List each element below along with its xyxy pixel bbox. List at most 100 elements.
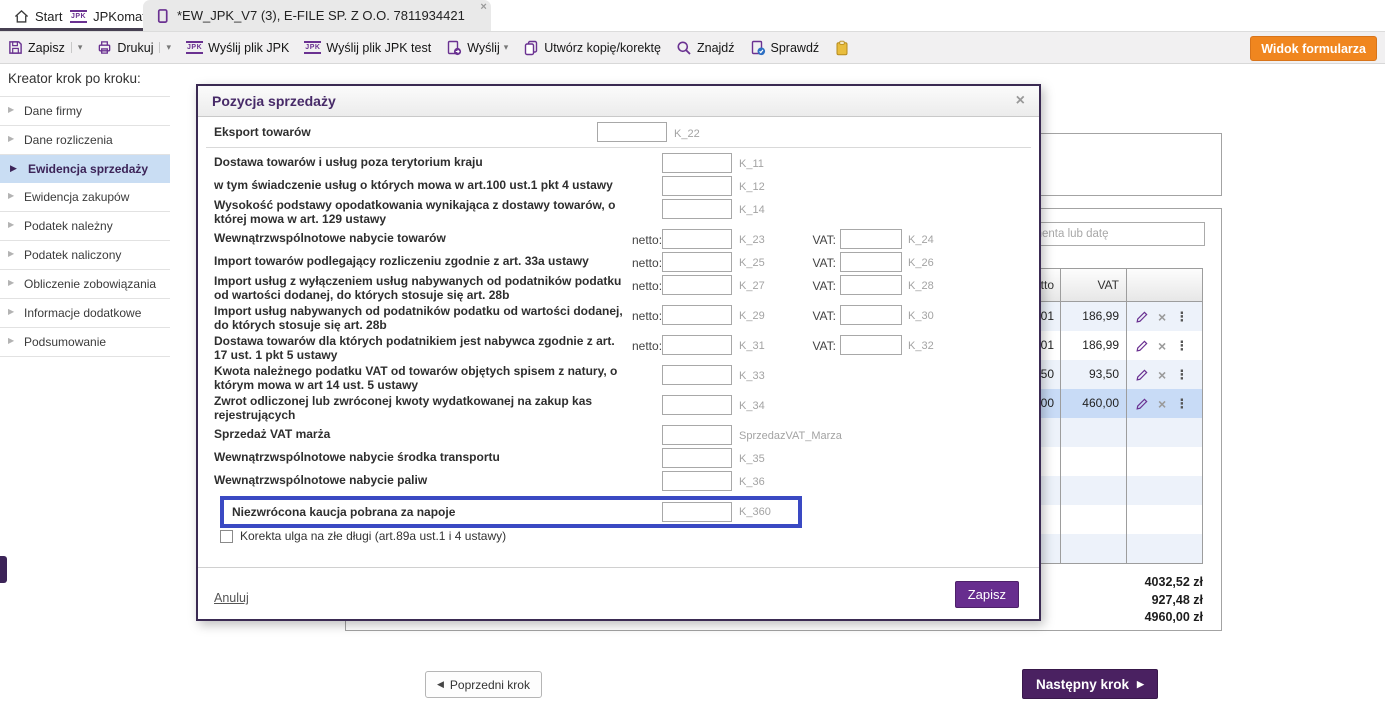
field-label: Dostawa towarów dla których podatnikiem … <box>214 335 632 362</box>
edit-icon[interactable] <box>1135 310 1149 324</box>
vat-amount-input[interactable] <box>840 252 902 272</box>
clipboard-button[interactable] <box>834 40 850 56</box>
amount-input[interactable] <box>662 448 732 468</box>
field-code: K_27 <box>732 275 812 292</box>
sales-position-dialog: Pozycja sprzedaży × Eksport towarów K_22… <box>196 84 1041 621</box>
jpk-icon: JPK <box>186 41 203 54</box>
delete-icon[interactable]: × <box>1158 340 1166 352</box>
previous-step-button[interactable]: ◀ Poprzedni krok <box>425 671 542 698</box>
print-group: Drukuj ▾ <box>97 40 171 55</box>
field-code: K_11 <box>732 153 812 170</box>
netto-label: netto: <box>632 305 662 323</box>
copy-correction-button[interactable]: Utwórz kopię/korektę <box>523 40 661 56</box>
send-jpk-test-button[interactable]: JPK Wyślij plik JPK test <box>304 41 431 55</box>
close-icon[interactable]: × <box>480 2 486 12</box>
row-actions <box>1126 534 1202 563</box>
next-step-button[interactable]: Następny krok ▶ <box>1022 669 1158 699</box>
vat-cell: 93,50 <box>1060 360 1126 389</box>
field-row-k11: Dostawa towarów i usług poza terytorium … <box>214 153 1023 173</box>
send-jpk-button[interactable]: JPK Wyślij plik JPK <box>186 41 289 55</box>
field-row-k12: w tym świadczenie usług o których mowa w… <box>214 176 1023 196</box>
edit-icon[interactable] <box>1135 339 1149 353</box>
vat-amount-input[interactable] <box>840 335 902 355</box>
sidebar-item-informacje-dodatkowe[interactable]: ▶ Informacje dodatkowe <box>0 299 170 328</box>
kebab-menu-icon[interactable]: ⋮ <box>1175 367 1188 383</box>
amount-input[interactable] <box>662 395 732 415</box>
spacer <box>632 395 662 399</box>
vat-label: VAT: <box>812 305 840 323</box>
sidebar-item-podatek-nalezny[interactable]: ▶ Podatek należny <box>0 212 170 241</box>
netto-amount-input[interactable] <box>662 335 732 355</box>
delete-icon[interactable]: × <box>1158 398 1166 410</box>
dialog-save-button[interactable]: Zapisz <box>955 581 1019 608</box>
sidebar-item-dane-firmy[interactable]: ▶ Dane firmy <box>0 97 170 126</box>
checkbox[interactable] <box>220 530 233 543</box>
sidebar-item-podsumowanie[interactable]: ▶ Podsumowanie <box>0 328 170 357</box>
amount-input[interactable] <box>662 199 732 219</box>
print-dropdown-caret[interactable]: ▾ <box>159 42 171 53</box>
sidebar-item-dane-rozliczenia[interactable]: ▶ Dane rozliczenia <box>0 126 170 155</box>
field-row-vat-marza: Sprzedaż VAT marża SprzedazVAT_Marza <box>214 425 1023 445</box>
vat-amount-input[interactable] <box>840 229 902 249</box>
field-row-k34: Zwrot odliczonej lub zwróconej kwoty wyd… <box>214 395 1023 422</box>
triangle-icon: ▶ <box>8 220 14 229</box>
tab-document[interactable]: *EW_JPK_V7 (3), E-FILE SP. Z O.O. 781193… <box>143 0 491 31</box>
amount-input[interactable] <box>662 471 732 491</box>
field-label: Eksport towarów <box>214 125 597 139</box>
delete-icon[interactable]: × <box>1158 311 1166 323</box>
previous-step-label: Poprzedni krok <box>450 678 530 692</box>
kebab-menu-icon[interactable]: ⋮ <box>1175 309 1188 325</box>
sidebar-item-obliczenie-zobowiazania[interactable]: ▶ Obliczenie zobowiązania <box>0 270 170 299</box>
netto-amount-input[interactable] <box>662 229 732 249</box>
document-icon <box>155 8 170 24</box>
netto-amount-input[interactable] <box>662 275 732 295</box>
field-label: Niezwrócona kaucja pobrana za napoje <box>232 505 662 519</box>
amount-input[interactable] <box>662 365 732 385</box>
header-vat: VAT <box>1060 269 1126 301</box>
edit-icon[interactable] <box>1135 368 1149 382</box>
toolbar-label: Utwórz kopię/korektę <box>544 41 661 55</box>
field-label: w tym świadczenie usług o których mowa w… <box>214 176 632 193</box>
dialog-title-bar: Pozycja sprzedaży × <box>198 86 1039 117</box>
form-view-button[interactable]: Widok formularza <box>1250 36 1377 61</box>
cancel-link[interactable]: Anuluj <box>214 591 249 605</box>
spacer <box>632 425 662 429</box>
sidebar-item-podatek-naliczony[interactable]: ▶ Podatek naliczony <box>0 241 170 270</box>
tab-label: Start <box>35 9 62 24</box>
field-code: K_22 <box>667 123 747 140</box>
close-icon[interactable]: × <box>1016 94 1025 108</box>
row-actions: × ⋮ <box>1126 331 1202 360</box>
send-button[interactable]: Wyślij <box>446 40 500 56</box>
field-label: Import usług z wyłączeniem usług nabywan… <box>214 275 632 302</box>
check-button[interactable]: Sprawdź <box>750 40 820 56</box>
netto-label: netto: <box>632 229 662 247</box>
vat-cell: 186,99 <box>1060 331 1126 360</box>
field-row-k27: Import usług z wyłączeniem usług nabywan… <box>214 275 1023 302</box>
sidebar-item-ewidencja-zakupow[interactable]: ▶ Ewidencja zakupów <box>0 183 170 212</box>
form-view-label: Widok formularza <box>1261 42 1366 56</box>
sidebar-item-ewidencja-sprzedazy[interactable]: ▶ Ewidencja sprzedaży <box>0 155 170 183</box>
vat-amount-input[interactable] <box>840 275 902 295</box>
amount-input[interactable] <box>662 502 732 522</box>
field-label: Wewnątrzwspólnotowe nabycie środka trans… <box>214 448 632 465</box>
kebab-menu-icon[interactable]: ⋮ <box>1175 338 1188 354</box>
kebab-menu-icon[interactable]: ⋮ <box>1175 396 1188 412</box>
amount-input[interactable] <box>597 122 667 142</box>
find-button[interactable]: Znajdź <box>676 40 735 56</box>
amount-input[interactable] <box>662 425 732 445</box>
next-step-label: Następny krok <box>1036 677 1129 692</box>
send-dropdown-caret[interactable]: ▾ <box>504 42 509 53</box>
amount-input[interactable] <box>662 153 732 173</box>
delete-icon[interactable]: × <box>1158 369 1166 381</box>
save-dropdown-caret[interactable]: ▾ <box>71 42 83 53</box>
save-button[interactable]: Zapisz <box>8 40 65 55</box>
spacer <box>632 365 662 369</box>
edit-icon[interactable] <box>1135 397 1149 411</box>
print-button[interactable]: Drukuj <box>97 40 153 55</box>
netto-amount-input[interactable] <box>662 252 732 272</box>
side-handle[interactable] <box>0 556 7 583</box>
vat-amount-input[interactable] <box>840 305 902 325</box>
amount-input[interactable] <box>662 176 732 196</box>
triangle-icon: ▶ <box>8 134 14 143</box>
netto-amount-input[interactable] <box>662 305 732 325</box>
